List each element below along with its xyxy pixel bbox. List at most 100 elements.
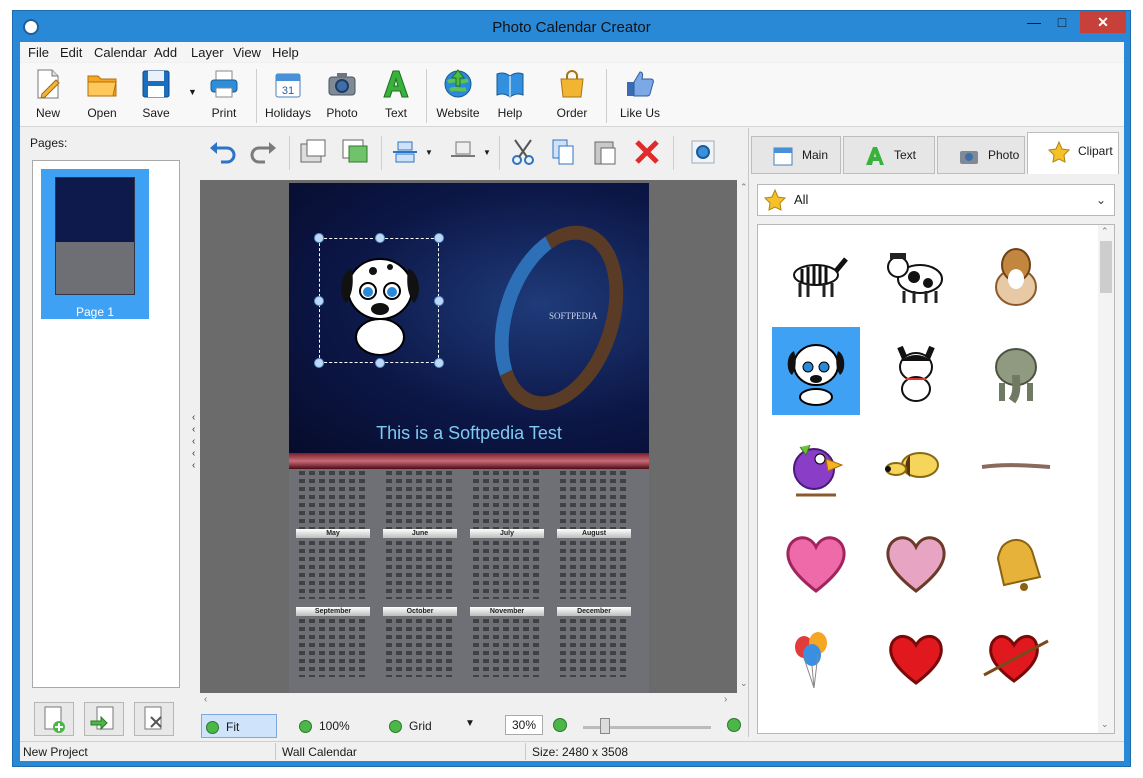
clipart-category-select[interactable]: All ⌄ <box>757 184 1115 216</box>
tab-photo[interactable]: Photo <box>937 136 1025 174</box>
month-name: December <box>557 607 631 616</box>
zoom-slider-thumb[interactable] <box>600 718 610 734</box>
clipart-item-selected[interactable] <box>772 327 860 415</box>
thumbs-up-icon <box>627 71 654 97</box>
design-canvas[interactable]: SOFTPEDIA This is a Softpedia Test May J… <box>200 180 737 693</box>
calendar-icon <box>773 147 793 166</box>
resize-handle-bottom-right[interactable] <box>434 358 444 368</box>
insert-page-button[interactable] <box>84 702 124 736</box>
resize-handle-left[interactable] <box>314 296 324 306</box>
resize-handle-top-right[interactable] <box>434 233 444 243</box>
scroll-up-arrow-icon[interactable]: ⌃ <box>1101 226 1109 237</box>
clipart-item[interactable] <box>772 519 860 607</box>
fit-button[interactable]: Fit <box>201 714 277 738</box>
clipart-item[interactable] <box>872 423 960 511</box>
menu-calendar[interactable]: Calendar <box>94 45 147 60</box>
tab-clipart-label: Clipart <box>1078 144 1113 158</box>
add-page-button[interactable] <box>34 702 74 736</box>
undo-icon[interactable] <box>207 136 239 168</box>
bring-to-front-icon[interactable] <box>297 136 329 168</box>
minimize-button[interactable]: — <box>1021 11 1047 33</box>
clipart-item[interactable] <box>972 327 1060 415</box>
zoom-value-field[interactable]: 30% <box>505 715 543 735</box>
send-to-back-icon[interactable] <box>339 136 371 168</box>
redo-icon[interactable] <box>247 136 279 168</box>
clipart-item[interactable] <box>772 423 860 511</box>
menu-edit[interactable]: Edit <box>60 45 82 60</box>
caption-text[interactable]: This is a Softpedia Test <box>289 423 649 444</box>
properties-icon[interactable] <box>687 136 719 168</box>
website-button[interactable]: Website <box>430 68 486 123</box>
chevron-down-icon: ⌄ <box>1095 193 1106 207</box>
align-icon[interactable] <box>389 136 421 168</box>
print-button[interactable]: Print <box>196 68 252 123</box>
tab-main[interactable]: Main <box>751 136 841 174</box>
toolbar-separator <box>289 136 290 170</box>
delete-page-button[interactable] <box>134 702 174 736</box>
resize-handle-top[interactable] <box>375 233 385 243</box>
paste-icon[interactable] <box>589 136 621 168</box>
resize-handle-right[interactable] <box>434 296 444 306</box>
delete-icon[interactable] <box>631 136 663 168</box>
menu-layer[interactable]: Layer <box>191 45 224 60</box>
title-bar[interactable]: Photo Calendar Creator — □ ✕ <box>13 11 1130 43</box>
selected-clipart[interactable] <box>314 233 444 368</box>
photo-button[interactable]: Photo <box>314 68 370 123</box>
swirl-label: SOFTPEDIA <box>549 311 598 321</box>
scroll-down-arrow-icon[interactable]: ⌄ <box>1101 719 1109 730</box>
clipart-item[interactable] <box>972 423 1060 511</box>
new-button[interactable]: New <box>20 68 76 123</box>
scroll-right-arrow-icon[interactable]: › <box>724 694 727 705</box>
scroll-up-arrow-icon[interactable]: ⌃ <box>740 182 748 193</box>
menu-help[interactable]: Help <box>272 45 299 60</box>
background-photo[interactable]: SOFTPEDIA This is a Softpedia Test <box>289 183 649 453</box>
scrollbar-thumb[interactable] <box>1100 241 1112 293</box>
month-name: May <box>296 529 370 538</box>
cut-icon[interactable] <box>507 136 539 168</box>
align-dropdown-arrow-icon[interactable]: ▼ <box>425 148 433 157</box>
resize-handle-bottom[interactable] <box>375 358 385 368</box>
order-button[interactable]: Order <box>544 68 600 123</box>
clipart-item[interactable] <box>972 519 1060 607</box>
clipart-item[interactable] <box>772 231 860 319</box>
clipart-item[interactable] <box>972 231 1060 319</box>
page-thumbnail[interactable]: Page 1 <box>41 169 149 319</box>
holidays-button[interactable]: 31 Holidays <box>260 68 316 123</box>
copy-icon[interactable] <box>547 136 579 168</box>
text-button[interactable]: Text <box>368 68 424 123</box>
zoom-100-icon <box>299 720 312 733</box>
tab-main-label: Main <box>802 148 829 162</box>
canvas-horizontal-scrollbar[interactable]: ‹ › <box>200 693 737 709</box>
clipart-item[interactable] <box>772 615 860 703</box>
menu-add[interactable]: Add <box>154 45 177 60</box>
clipart-item[interactable] <box>972 615 1060 703</box>
menu-view[interactable]: View <box>233 45 261 60</box>
like-us-button[interactable]: Like Us <box>612 68 668 123</box>
grid-dropdown-arrow-icon[interactable]: ▼ <box>465 718 475 729</box>
resize-handle-bottom-left[interactable] <box>314 358 324 368</box>
resize-handle-top-left[interactable] <box>314 233 324 243</box>
tab-clipart[interactable]: Clipart <box>1027 132 1119 174</box>
clipart-item[interactable] <box>872 519 960 607</box>
clipart-item[interactable] <box>872 327 960 415</box>
edit-toolbar: ▼ ▼ <box>197 128 742 178</box>
zoom-100-button[interactable]: 100% <box>295 714 350 738</box>
scroll-left-arrow-icon[interactable]: ‹ <box>204 694 207 705</box>
save-button[interactable]: Save <box>128 68 184 123</box>
clipart-item[interactable] <box>872 615 960 703</box>
grid-button[interactable]: Grid <box>385 714 432 738</box>
collapse-panel-handle[interactable]: ‹ ‹ ‹ ‹ ‹ <box>192 412 200 472</box>
open-button[interactable]: Open <box>74 68 130 123</box>
menu-file[interactable]: File <box>28 45 49 60</box>
close-button[interactable]: ✕ <box>1080 11 1126 33</box>
maximize-button[interactable]: □ <box>1049 11 1075 33</box>
zoom-in-icon[interactable] <box>553 718 567 732</box>
tab-text[interactable]: Text <box>843 136 935 174</box>
scroll-down-arrow-icon[interactable]: ⌄ <box>740 678 748 689</box>
distribute-dropdown-arrow-icon[interactable]: ▼ <box>483 148 491 157</box>
distribute-icon[interactable] <box>447 136 479 168</box>
zoom-out-icon[interactable] <box>727 718 741 732</box>
clipart-item[interactable] <box>872 231 960 319</box>
clipart-scrollbar[interactable]: ⌃ ⌄ <box>1098 225 1114 733</box>
help-button[interactable]: Help <box>482 68 538 123</box>
